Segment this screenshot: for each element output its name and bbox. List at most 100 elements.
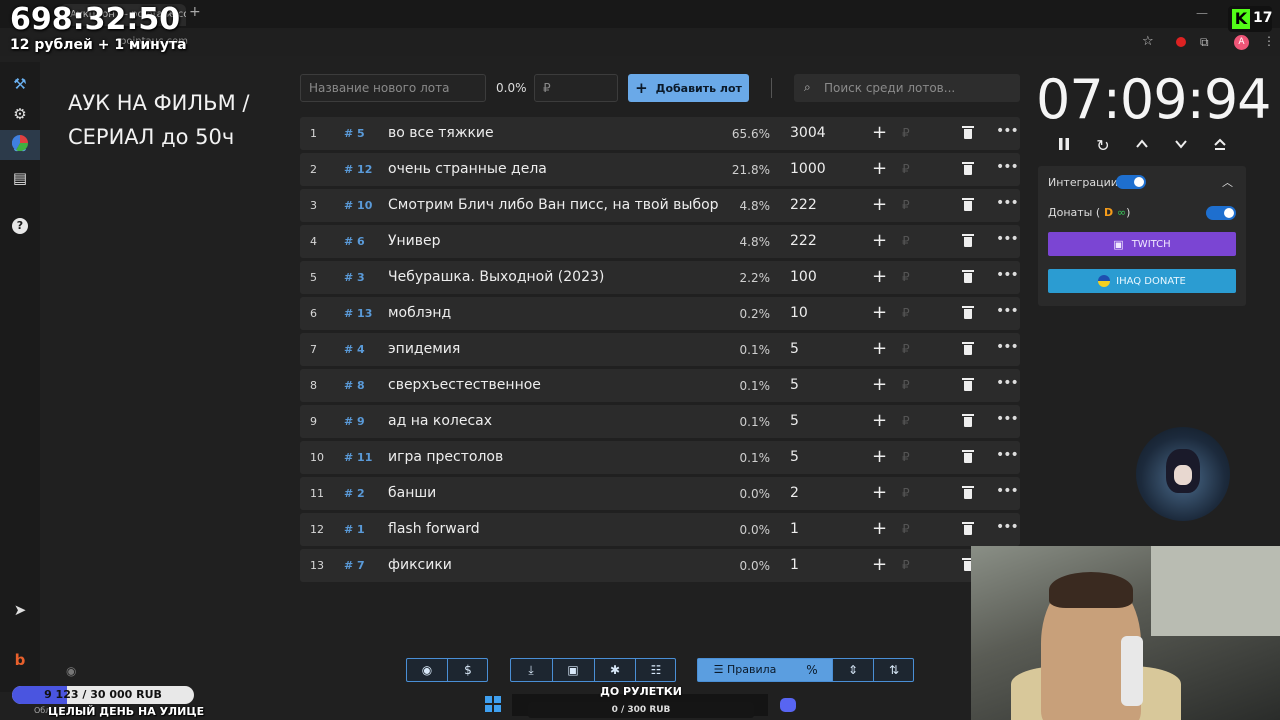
delete-lot-icon[interactable] (962, 270, 974, 283)
add-amount-icon[interactable]: + (872, 482, 887, 503)
lot-id[interactable]: # 4 (344, 343, 365, 356)
add-amount-icon[interactable]: + (872, 410, 887, 431)
sidebar-item-stats-icon[interactable] (8, 134, 32, 158)
lot-name[interactable]: моблэнд (388, 305, 720, 321)
delete-lot-icon[interactable] (962, 198, 974, 211)
add-amount-icon[interactable]: + (872, 122, 887, 143)
lot-amount[interactable]: 3004 (790, 125, 826, 141)
add-amount-icon[interactable]: + (872, 554, 887, 575)
integrations-toggle[interactable] (1116, 175, 1146, 189)
delete-lot-icon[interactable] (962, 522, 974, 535)
new-lot-amount-input[interactable] (534, 74, 618, 102)
ruble-input-icon[interactable]: ₽ (902, 486, 910, 500)
more-options-icon[interactable]: ••• (996, 483, 1019, 499)
discord-icon[interactable] (780, 698, 796, 712)
extension-icon[interactable] (1176, 37, 1186, 47)
delete-lot-icon[interactable] (962, 414, 974, 427)
delete-lot-icon[interactable] (962, 234, 974, 247)
lot-amount[interactable]: 222 (790, 197, 817, 213)
add-amount-icon[interactable]: + (872, 266, 887, 287)
lot-id[interactable]: # 6 (344, 235, 365, 248)
download-icon[interactable]: ⤓ (511, 659, 551, 681)
search-input[interactable] (824, 78, 1014, 98)
extensions-puzzle-icon[interactable]: ⧉ (1200, 35, 1209, 50)
add-amount-icon[interactable]: + (872, 446, 887, 467)
lot-amount[interactable]: 2 (790, 485, 799, 501)
sidebar-item-history-icon[interactable]: ▤ (8, 166, 32, 190)
lot-name[interactable]: эпидемия (388, 341, 720, 357)
delete-lot-icon[interactable] (962, 342, 974, 355)
ruble-input-icon[interactable]: ₽ (902, 378, 910, 392)
lot-row[interactable]: 10 # 11 игра престолов 0.1% 5 + ₽ ••• (300, 441, 1020, 474)
lot-row[interactable]: 4 # 6 Универ 4.8% 222 + ₽ ••• (300, 225, 1020, 258)
github-icon[interactable]: ◉ (407, 659, 447, 681)
double-time-icon[interactable] (1208, 136, 1232, 158)
minimize-icon[interactable]: — (1196, 6, 1208, 20)
lot-id[interactable]: # 13 (344, 307, 372, 320)
clear-list-icon[interactable]: ☷ (636, 659, 676, 681)
lot-amount[interactable]: 1000 (790, 161, 826, 177)
lot-name[interactable]: Чебурашка. Выходной (2023) (388, 269, 720, 285)
more-options-icon[interactable]: ••• (996, 195, 1019, 211)
more-options-icon[interactable]: ••• (996, 447, 1019, 463)
ruble-input-icon[interactable]: ₽ (902, 522, 910, 536)
add-amount-icon[interactable]: + (872, 302, 887, 323)
chevron-up-icon[interactable]: ︿ (1222, 174, 1233, 190)
lot-name[interactable]: во все тяжкие (388, 125, 720, 141)
lot-id[interactable]: # 9 (344, 415, 365, 428)
lot-amount[interactable]: 5 (790, 449, 799, 465)
ruble-input-icon[interactable]: ₽ (902, 414, 910, 428)
lot-name[interactable]: игра престолов (388, 449, 720, 465)
lot-id[interactable]: # 12 (344, 163, 372, 176)
pause-icon[interactable] (1052, 136, 1076, 158)
add-amount-icon[interactable]: + (872, 230, 887, 251)
compact-view-icon[interactable]: ⇕ (833, 659, 873, 681)
lot-amount[interactable]: 5 (790, 413, 799, 429)
sidebar-item-telegram-icon[interactable]: ➤ (8, 598, 32, 622)
lot-id[interactable]: # 7 (344, 559, 365, 572)
address-bar[interactable]: pointauc.com (0, 30, 1280, 56)
more-options-icon[interactable]: ••• (996, 339, 1019, 355)
lot-amount[interactable]: 5 (790, 341, 799, 357)
lot-row[interactable]: 12 # 1 flash forward 0.0% 1 + ₽ ••• (300, 513, 1020, 546)
ihaq-donate-button[interactable]: IHAQ DONATE (1048, 269, 1236, 293)
lot-id[interactable]: # 10 (344, 199, 372, 212)
ruble-input-icon[interactable]: ₽ (902, 306, 910, 320)
lot-row[interactable]: 3 # 10 Смотрим Блич либо Ван писс, на твой… (300, 189, 1020, 222)
windows-start-icon[interactable] (485, 696, 501, 712)
more-options-icon[interactable]: ••• (996, 303, 1019, 319)
add-amount-icon[interactable]: + (872, 194, 887, 215)
more-options-icon[interactable]: ••• (996, 375, 1019, 391)
sidebar-item-auction-icon[interactable]: ⚒ (8, 72, 32, 96)
ruble-input-icon[interactable]: ₽ (902, 234, 910, 248)
lot-row[interactable]: 8 # 8 сверхъестественное 0.1% 5 + ₽ ••• (300, 369, 1020, 402)
add-amount-icon[interactable]: + (872, 158, 887, 179)
lot-name[interactable]: ад на колесах (388, 413, 720, 429)
lot-id[interactable]: # 2 (344, 487, 365, 500)
more-options-icon[interactable]: ••• (996, 267, 1019, 283)
bug-icon[interactable]: ✱ (595, 659, 635, 681)
ruble-input-icon[interactable]: ₽ (902, 126, 910, 140)
lot-row[interactable]: 5 # 3 Чебурашка. Выходной (2023) 2.2% 100 + ₽ •… (300, 261, 1020, 294)
auction-title[interactable]: АУК НА ФИЛЬМ / СЕРИАЛ до 50ч (68, 86, 288, 154)
delete-lot-icon[interactable] (962, 126, 974, 139)
profile-avatar[interactable]: A (1234, 35, 1249, 50)
twitch-button[interactable]: ▣ TWITCH (1048, 232, 1236, 256)
more-options-icon[interactable]: ••• (996, 231, 1019, 247)
save-icon[interactable]: ▣ (553, 659, 593, 681)
ruble-input-icon[interactable]: ₽ (902, 450, 910, 464)
lot-id[interactable]: # 5 (344, 127, 365, 140)
lot-row[interactable]: 7 # 4 эпидемия 0.1% 5 + ₽ ••• (300, 333, 1020, 366)
lot-amount[interactable]: 5 (790, 377, 799, 393)
lot-amount[interactable]: 222 (790, 233, 817, 249)
rules-button[interactable]: ☰ Правила (698, 659, 792, 681)
subtract-time-icon[interactable] (1169, 136, 1193, 158)
bookmark-star-icon[interactable]: ☆ (1142, 34, 1154, 49)
lot-id[interactable]: # 1 (344, 523, 365, 536)
add-amount-icon[interactable]: + (872, 374, 887, 395)
delete-lot-icon[interactable] (962, 486, 974, 499)
lot-search[interactable]: ⌕ (794, 74, 1020, 102)
more-options-icon[interactable]: ••• (996, 123, 1019, 139)
lot-name[interactable]: сверхъестественное (388, 377, 720, 393)
ruble-input-icon[interactable]: ₽ (902, 162, 910, 176)
